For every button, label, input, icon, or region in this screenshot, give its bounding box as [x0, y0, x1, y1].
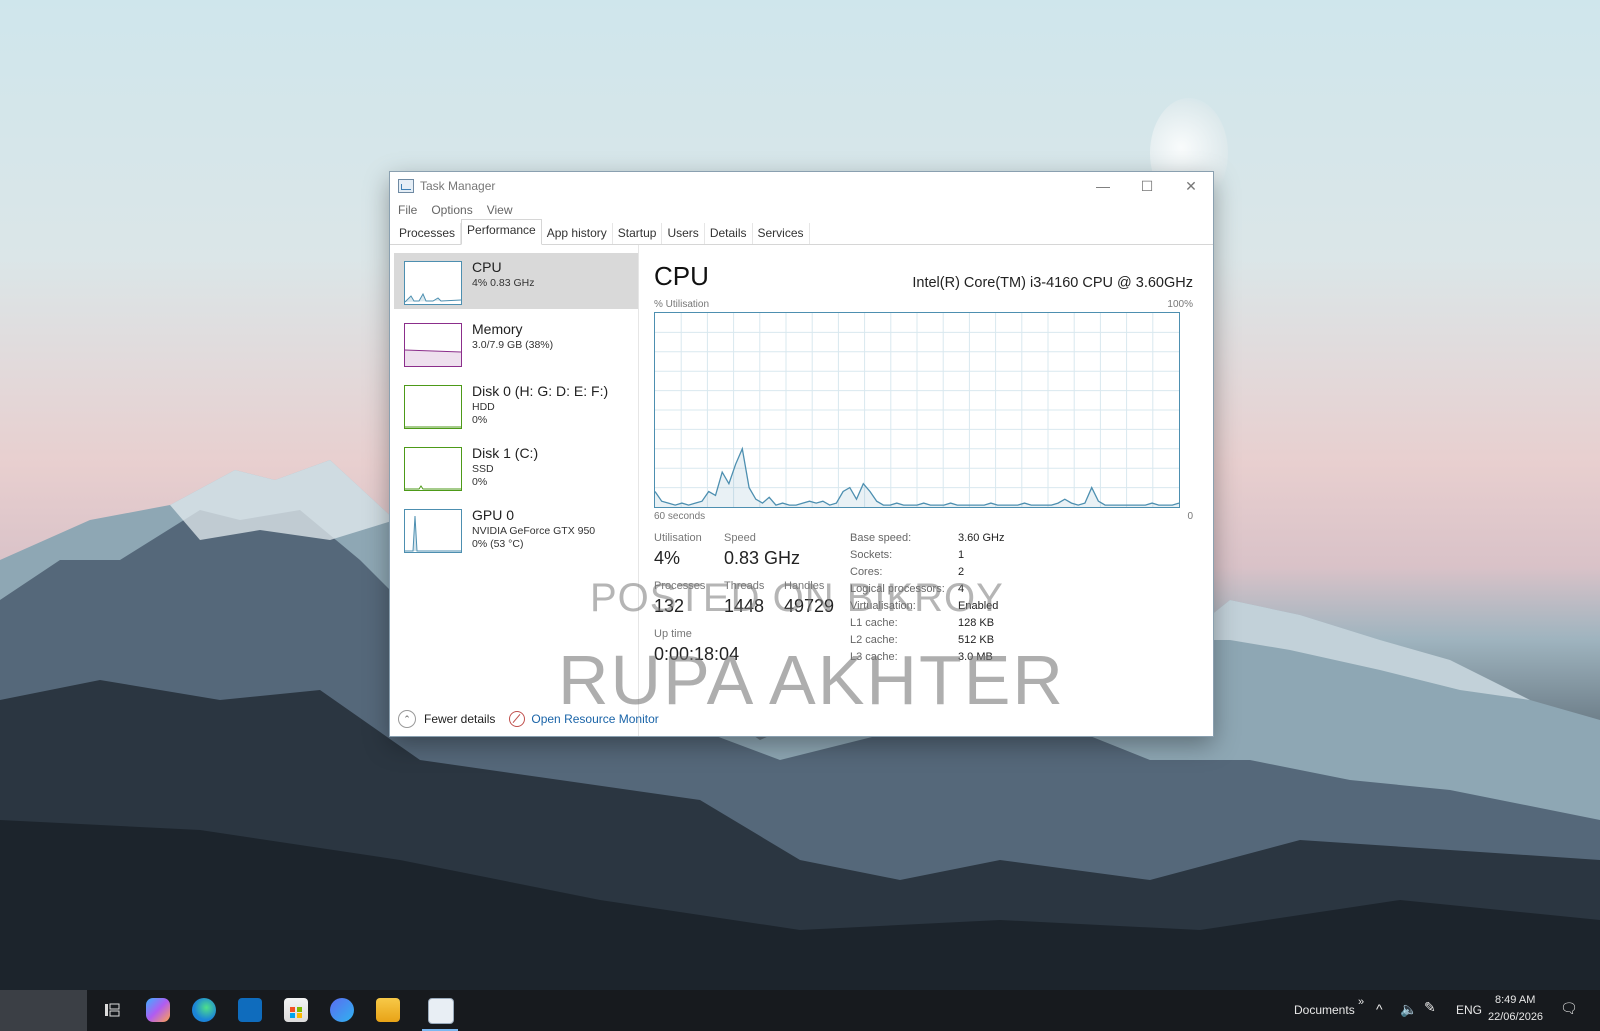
resource-usage: 0% [472, 414, 488, 426]
resource-item-disk-0[interactable]: Disk 0 (H: G: D: E: F:) HDD 0% [394, 377, 638, 433]
chevron-up-icon[interactable]: ^ [1376, 1001, 1383, 1017]
spec-value: 1 [958, 549, 965, 561]
cpu-graph-icon [404, 261, 462, 305]
resource-item-gpu-0[interactable]: GPU 0 NVIDIA GeForce GTX 950 0% (53 °C) [394, 501, 638, 557]
graph-x-start: 60 seconds [654, 511, 706, 522]
menu-view[interactable]: View [487, 203, 513, 217]
outlook-icon[interactable] [238, 998, 262, 1022]
tab-processes[interactable]: Processes [394, 223, 462, 244]
memory-graph-icon [404, 323, 462, 367]
tab-strip: Processes Performance App history Startu… [390, 219, 1213, 245]
resource-name: Memory [472, 321, 523, 337]
resource-name: Disk 0 (H: G: D: E: F:) [472, 383, 609, 399]
tab-app-history[interactable]: App history [542, 223, 613, 244]
store-icon[interactable] [284, 998, 308, 1022]
stat-speed: 0.83 GHz [724, 548, 801, 568]
toolbar-expand-icon[interactable]: » [1358, 996, 1364, 1008]
graph-y-max: 100% [1167, 299, 1193, 310]
menu-bar: File Options View [390, 200, 1213, 220]
resource-name: Disk 1 (C:) [472, 445, 539, 461]
resource-usage: 0% (53 °C) [472, 538, 524, 550]
resource-name: GPU 0 [472, 507, 515, 523]
disk-graph-icon [404, 447, 462, 491]
stat-label-utilisation: Utilisation [654, 532, 702, 544]
resource-item-memory[interactable]: Memory 3.0/7.9 GB (38%) [394, 315, 638, 371]
tab-details[interactable]: Details [705, 223, 753, 244]
resource-usage: 0% [472, 476, 488, 488]
page-title: CPU [654, 261, 709, 291]
task-manager-icon [398, 179, 414, 193]
tab-users[interactable]: Users [662, 223, 705, 244]
graph-y-label: % Utilisation [654, 299, 710, 310]
clock-date[interactable]: 22/06/2026 [1488, 1011, 1543, 1023]
stat-label-speed: Speed [724, 532, 756, 544]
taskbar-search-box[interactable] [0, 990, 87, 1031]
resource-type: HDD [472, 401, 495, 413]
spec-label: Sockets: [850, 549, 893, 561]
title-bar[interactable]: Task Manager — ☐ ✕ [390, 172, 1213, 200]
file-explorer-icon[interactable] [376, 998, 400, 1022]
window-title: Task Manager [420, 179, 496, 193]
clock-time[interactable]: 8:49 AM [1495, 994, 1535, 1006]
stat-utilisation: 4% [654, 548, 681, 568]
volume-muted-icon[interactable]: 🔈 [1400, 1001, 1417, 1018]
maximize-button[interactable]: ☐ [1125, 172, 1169, 200]
resource-detail: 3.0/7.9 GB (38%) [472, 339, 554, 351]
resource-type: SSD [472, 463, 494, 475]
documents-toolbar[interactable]: Documents [1294, 1003, 1355, 1017]
resource-item-cpu[interactable]: CPU 4% 0.83 GHz [394, 253, 638, 309]
language-indicator[interactable]: ENG [1456, 1003, 1482, 1017]
tab-performance[interactable]: Performance [461, 219, 542, 245]
resource-detail: NVIDIA GeForce GTX 950 [472, 525, 596, 537]
watermark-line-2: RUPA AKHTER [558, 641, 1065, 719]
chevron-up-icon[interactable]: ⌃ [398, 710, 416, 728]
task-manager-icon[interactable] [428, 998, 454, 1024]
menu-options[interactable]: Options [431, 203, 472, 217]
gpu-graph-icon [404, 509, 462, 553]
resource-monitor-icon [509, 711, 526, 727]
pen-icon[interactable]: ✎ [1424, 999, 1436, 1016]
cpu-graph-canvas [654, 313, 1180, 507]
taskbar: Documents » ^ 🔈 ✎ ENG 8:49 AM 22/06/2026… [0, 990, 1600, 1031]
copilot-icon[interactable] [146, 998, 170, 1022]
stat-label-uptime: Up time [654, 628, 692, 640]
resource-detail: 4% 0.83 GHz [472, 277, 535, 289]
spec-value: 3.60 GHz [958, 532, 1005, 544]
resource-item-disk-1[interactable]: Disk 1 (C:) SSD 0% [394, 439, 638, 495]
tab-services[interactable]: Services [753, 223, 810, 244]
minimize-button[interactable]: — [1081, 172, 1125, 200]
notification-icon[interactable]: 🗨 [1560, 1000, 1578, 1017]
graph-x-end: 0 [1187, 511, 1193, 522]
close-button[interactable]: ✕ [1169, 172, 1213, 200]
fewer-details-link[interactable]: Fewer details [424, 712, 495, 726]
resource-name: CPU [472, 259, 502, 275]
edge-icon[interactable] [192, 998, 216, 1022]
cpu-usage-graph [654, 312, 1180, 508]
media-player-icon[interactable] [330, 998, 354, 1022]
tab-startup[interactable]: Startup [613, 223, 663, 244]
disk-graph-icon [404, 385, 462, 429]
watermark-line-1: POSTED ON BIKROY [590, 576, 1004, 620]
cpu-model: Intel(R) Core(TM) i3-4160 CPU @ 3.60GHz [912, 275, 1193, 291]
resource-list: CPU 4% 0.83 GHz Memory 3.0/7.9 GB (38%) [394, 253, 638, 702]
cpu-detail-panel: CPU Intel(R) Core(TM) i3-4160 CPU @ 3.60… [652, 245, 1193, 702]
menu-file[interactable]: File [398, 203, 417, 217]
spec-label: Base speed: [850, 532, 912, 544]
task-view-icon[interactable] [100, 998, 124, 1022]
